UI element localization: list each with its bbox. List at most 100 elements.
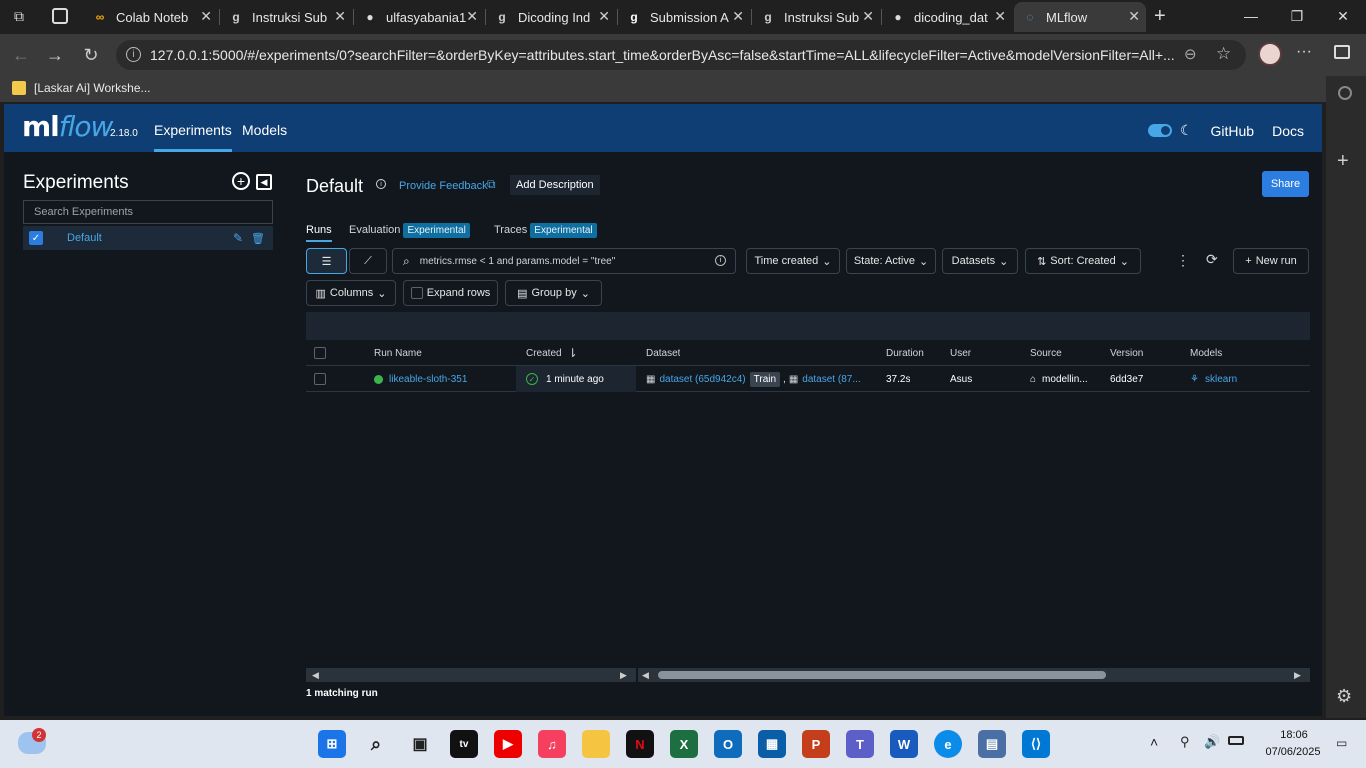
expand-rows-button[interactable]: Expand rows	[403, 280, 498, 306]
notifications-icon[interactable]: ▭	[1336, 736, 1347, 750]
apple-tv-icon[interactable]: tv	[450, 730, 478, 758]
browser-tab-active[interactable]: ◌ MLflow ✕	[1014, 2, 1146, 32]
restore-icon[interactable]: ❐	[1274, 0, 1320, 32]
file-explorer-icon[interactable]	[582, 730, 610, 758]
tab-evaluation[interactable]: Evaluation Experimental	[349, 223, 470, 238]
info-icon[interactable]: i	[376, 179, 386, 189]
youtube-icon[interactable]: ▶	[494, 730, 522, 758]
info-icon[interactable]: i	[715, 255, 726, 266]
sidebar-toggle-icon[interactable]	[1334, 45, 1350, 59]
app-icon[interactable]: ▤	[978, 730, 1006, 758]
run-name-link[interactable]: likeable-sloth-351	[389, 374, 467, 385]
clock-time[interactable]: 18:06	[1262, 729, 1326, 741]
profile-avatar[interactable]	[1258, 42, 1282, 66]
music-icon[interactable]: ♫	[538, 730, 566, 758]
columns-button[interactable]: ▥ Columns ⌄	[306, 280, 396, 306]
netflix-icon[interactable]: N	[626, 730, 654, 758]
close-tab-icon[interactable]: ✕	[1128, 8, 1140, 25]
close-tab-icon[interactable]: ✕	[466, 8, 478, 25]
vscode-icon[interactable]: ⟨⟩	[1022, 730, 1050, 758]
sort-dropdown[interactable]: ⇅ Sort: Created ⌄	[1025, 248, 1141, 274]
refresh-runs-icon[interactable]: ⟳	[1206, 251, 1218, 268]
nav-models[interactable]: Models	[242, 122, 287, 138]
time-created-dropdown[interactable]: Time created ⌄	[746, 248, 840, 274]
close-tab-icon[interactable]: ✕	[732, 8, 744, 25]
close-tab-icon[interactable]: ✕	[994, 8, 1006, 25]
mlflow-logo[interactable]: mlflow	[22, 110, 113, 143]
powerpoint-icon[interactable]: P	[802, 730, 830, 758]
zoom-icon[interactable]: ⊖	[1184, 45, 1197, 63]
checkbox[interactable]	[410, 287, 423, 299]
col-version[interactable]: Version	[1110, 340, 1143, 366]
settings-gear-icon[interactable]: ⚙	[1336, 686, 1352, 707]
chevron-up-icon[interactable]: ˄	[1150, 734, 1158, 750]
tab-traces[interactable]: Traces Experimental	[494, 223, 597, 238]
close-window-icon[interactable]: ✕	[1320, 0, 1366, 32]
col-models[interactable]: Models	[1190, 340, 1222, 366]
experiment-name[interactable]: Default	[67, 232, 102, 244]
bookmark-link[interactable]: [Laskar Ai] Workshe...	[34, 81, 151, 95]
share-button[interactable]: Share	[1262, 171, 1309, 197]
start-icon[interactable]: ⊞	[318, 730, 346, 758]
outlook-icon[interactable]: O	[714, 730, 742, 758]
col-user[interactable]: User	[950, 340, 971, 366]
checkbox-checked-icon[interactable]: ✓	[29, 231, 43, 245]
browser-tab[interactable]: g Submission A ✕	[618, 2, 750, 32]
more-menu-icon[interactable]: ···	[1296, 43, 1312, 61]
sidebar-item-default[interactable]: ✓ Default ✎ 🗑	[23, 226, 273, 250]
chart-view-button[interactable]: ⟋	[349, 248, 387, 274]
table-row[interactable]: likeable-sloth-351 ✓ 1 minute ago ▦ data…	[306, 366, 1310, 392]
close-tab-icon[interactable]: ✕	[598, 8, 610, 25]
github-link[interactable]: GitHub	[1211, 123, 1255, 139]
col-duration[interactable]: Duration	[886, 340, 924, 366]
search-experiments-input[interactable]: Search Experiments	[23, 200, 273, 224]
scroll-right-icon[interactable]: ▶	[620, 670, 627, 681]
minimize-icon[interactable]: —	[1228, 0, 1274, 32]
scroll-thumb[interactable]	[658, 671, 1106, 679]
horizontal-scrollbar[interactable]: ◀ ▶ ◀ ▶	[306, 668, 1310, 682]
teams-icon[interactable]: T	[846, 730, 874, 758]
delete-icon[interactable]: 🗑	[251, 232, 265, 245]
excel-icon[interactable]: X	[670, 730, 698, 758]
search-sidebar-icon[interactable]	[1338, 86, 1352, 100]
provide-feedback-link[interactable]: Provide Feedback	[399, 180, 488, 192]
col-created[interactable]: Created ⇂	[526, 340, 578, 366]
task-view-icon[interactable]: ▣	[406, 730, 434, 758]
browser-tab[interactable]: ● dicoding_dat ✕	[882, 2, 1012, 32]
group-by-button[interactable]: ▤ Group by ⌄	[505, 280, 602, 306]
address-bar[interactable]: i 127.0.0.1:5000/#/experiments/0?searchF…	[116, 40, 1246, 70]
add-sidebar-icon[interactable]: +	[1337, 150, 1349, 173]
browser-tab[interactable]: g Instruksi Sub ✕	[220, 2, 352, 32]
browser-tab[interactable]: ∞ Colab Noteb ✕	[84, 2, 218, 32]
source-value[interactable]: modellin...	[1042, 374, 1088, 385]
browser-tab[interactable]: g Dicoding Ind ✕	[486, 2, 616, 32]
nav-experiments[interactable]: Experiments	[154, 122, 232, 152]
network-icon[interactable]: ⚲	[1180, 734, 1190, 750]
col-source[interactable]: Source	[1030, 340, 1062, 366]
collapse-sidebar-icon[interactable]: ◀	[256, 174, 272, 190]
edge-icon[interactable]: e	[934, 730, 962, 758]
browser-tab[interactable]: ● ulfasyabania1 ✕	[354, 2, 484, 32]
workspaces-icon[interactable]: ⧉	[14, 8, 32, 26]
add-description-button[interactable]: Add Description	[510, 175, 600, 195]
search-icon[interactable]: ⌕	[362, 730, 390, 758]
more-options-icon[interactable]: ⋮	[1176, 252, 1190, 269]
row-checkbox[interactable]	[314, 373, 326, 385]
tab-runs[interactable]: Runs	[306, 224, 332, 242]
list-view-button[interactable]: ☰	[306, 248, 347, 274]
browser-tab[interactable]: g Instruksi Sub ✕	[752, 2, 880, 32]
clock-date[interactable]: 07/06/2025	[1258, 746, 1328, 758]
col-run-name[interactable]: Run Name	[374, 340, 422, 366]
edit-icon[interactable]: ✎	[233, 231, 243, 245]
scroll-left-icon[interactable]: ◀	[312, 670, 319, 681]
new-run-button[interactable]: + New run	[1233, 248, 1309, 274]
new-tab-icon[interactable]: +	[1154, 5, 1166, 28]
datasets-dropdown[interactable]: Datasets ⌄	[942, 248, 1018, 274]
docs-link[interactable]: Docs	[1272, 123, 1304, 139]
add-experiment-icon[interactable]: +	[232, 172, 250, 190]
tab-actions-icon[interactable]	[52, 8, 68, 24]
scroll-left-icon[interactable]: ◀	[642, 670, 649, 681]
state-dropdown[interactable]: State: Active ⌄	[846, 248, 936, 274]
scroll-right-icon[interactable]: ▶	[1294, 670, 1301, 681]
close-tab-icon[interactable]: ✕	[200, 8, 212, 25]
